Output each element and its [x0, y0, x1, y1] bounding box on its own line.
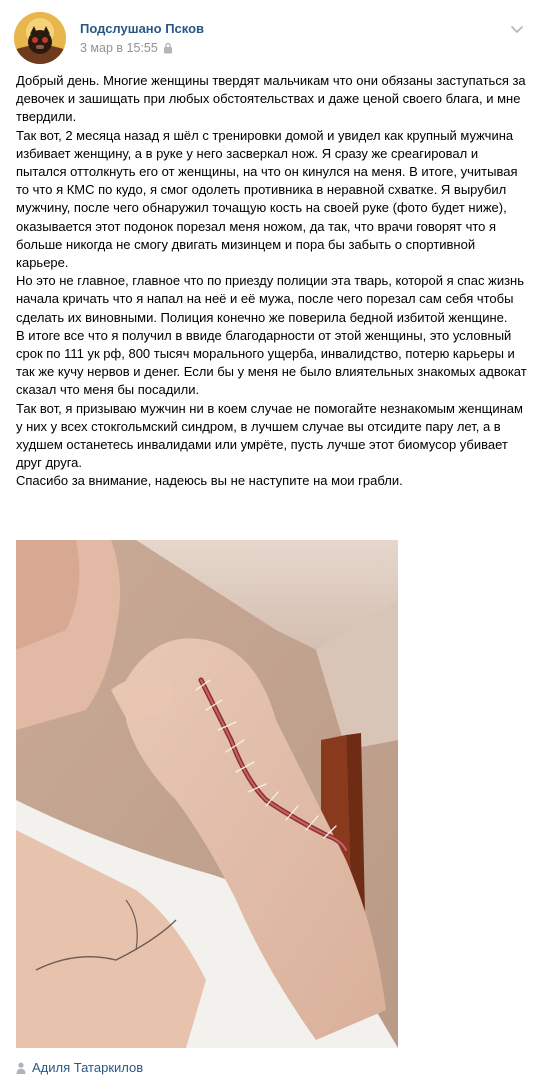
person-icon: [16, 1062, 26, 1074]
post-photo[interactable]: [16, 540, 398, 1048]
lock-icon: [163, 42, 172, 54]
post-date-row: 3 мар в 15:55: [80, 41, 173, 55]
post-author-link[interactable]: Подслушано Псков: [80, 21, 204, 36]
post-text: Добрый день. Многие женщины твердят маль…: [16, 72, 528, 491]
wall-post: Подслушано Псков 3 мар в 15:55 Добрый де…: [0, 0, 540, 1088]
community-avatar-icon[interactable]: [14, 12, 66, 64]
post-paragraph: Так вот, я призываю мужчин ни в коем слу…: [16, 400, 523, 471]
post-paragraph: Так вот, 2 месяца назад я шёл с трениров…: [16, 127, 518, 271]
post-paragraph: Но это не главное, главное что по приезд…: [16, 273, 525, 325]
post-header: Подслушано Псков 3 мар в 15:55: [14, 12, 526, 64]
chevron-down-icon[interactable]: [510, 22, 524, 36]
post-signer[interactable]: Адиля Татаркилов: [16, 1060, 143, 1075]
post-paragraph: В итоге все что я получил в ввиде благод…: [16, 327, 527, 398]
signer-name[interactable]: Адиля Татаркилов: [32, 1060, 143, 1075]
post-paragraph: Добрый день. Многие женщины твердят маль…: [16, 73, 526, 125]
post-paragraph: Спасибо за внимание, надеюсь вы не насту…: [16, 473, 403, 489]
post-date[interactable]: 3 мар в 15:55: [80, 41, 158, 55]
